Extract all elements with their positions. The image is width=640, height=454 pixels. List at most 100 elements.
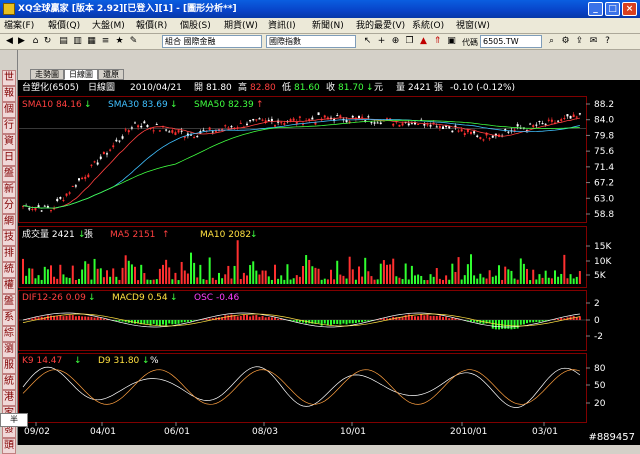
side-button-15[interactable]: 系 (2, 310, 16, 326)
volume-bar (274, 265, 276, 284)
macd-bar (134, 320, 136, 324)
candle-body (50, 210, 52, 211)
volume-bar (318, 269, 320, 284)
menu-item-7[interactable]: 新聞(N) (312, 20, 344, 32)
forward-icon[interactable]: ▶ (16, 36, 27, 47)
up-icon[interactable]: ▲ (418, 36, 429, 47)
volume-bar (75, 280, 77, 284)
candle-body (34, 208, 36, 210)
side-button-18[interactable]: 服 (2, 358, 16, 374)
macd-bar (62, 316, 64, 320)
side-button-7[interactable]: 新 (2, 182, 16, 198)
close-button[interactable]: × (622, 2, 637, 16)
volume-bar (56, 279, 58, 284)
volume-bar (566, 278, 568, 284)
volume-bar (361, 277, 363, 284)
volume-bar (69, 278, 71, 284)
menu-item-1[interactable]: 報價(Q) (48, 20, 80, 32)
macd-bar (346, 320, 348, 324)
menu-item-5[interactable]: 期貨(W) (224, 20, 258, 32)
grid-icon[interactable]: ▦ (86, 36, 97, 47)
settings-icon[interactable]: ⚙ (560, 36, 571, 47)
menu-item-9[interactable]: 系統(O) (412, 20, 444, 32)
window-icon[interactable]: ❐ (404, 36, 415, 47)
volume-bar (538, 274, 540, 284)
cross-icon[interactable]: + (376, 36, 387, 47)
side-button-14[interactable]: 盤 (2, 294, 16, 310)
menu-item-2[interactable]: 大盤(M) (92, 20, 125, 32)
print-icon[interactable]: ▤ (58, 36, 69, 47)
side-button-1[interactable]: 報 (2, 86, 16, 102)
note-icon[interactable]: ✉ (588, 36, 599, 47)
side-button-5[interactable]: 日 (2, 150, 16, 166)
chart-svg[interactable]: 台塑化(6505)日線圖2010/04/21開81.80高82.80低81.60… (18, 80, 640, 445)
side-button-23[interactable]: 頭 (2, 438, 16, 454)
help-icon[interactable]: ? (602, 36, 613, 47)
side-button-12[interactable]: 統 (2, 262, 16, 278)
search-icon[interactable]: ⌕ (546, 36, 557, 47)
refresh-icon[interactable]: ↻ (42, 36, 53, 47)
menu-item-4[interactable]: 個股(S) (180, 20, 211, 32)
macd-bar (246, 315, 248, 320)
volume-bar (106, 270, 108, 284)
zoom-icon[interactable]: ⊕ (390, 36, 401, 47)
export-icon[interactable]: ⇪ (574, 36, 585, 47)
tab-intraday[interactable]: 走勢圖 (30, 69, 64, 80)
tab-daily[interactable]: 日線圖 (64, 69, 98, 80)
input-mode-indicator: 半 (0, 413, 28, 427)
menu-item-8[interactable]: 我的最愛(V) (356, 20, 405, 32)
candle-body (551, 120, 553, 122)
macd-bar (532, 320, 534, 322)
maximize-button[interactable]: □ (605, 2, 620, 16)
list-icon[interactable]: ≡ (100, 36, 111, 47)
menu-item-10[interactable]: 視窗(W) (456, 20, 490, 32)
side-button-10[interactable]: 技 (2, 230, 16, 246)
code-input[interactable]: 6505.TW (480, 35, 542, 48)
home-icon[interactable]: ⌂ (30, 36, 41, 47)
chart-icon[interactable]: ▥ (72, 36, 83, 47)
candle-body (545, 124, 547, 125)
volume-bar (408, 279, 410, 284)
volume-bar (134, 267, 136, 284)
volume-bar (230, 279, 232, 284)
candle-body (128, 130, 130, 132)
side-button-11[interactable]: 排 (2, 246, 16, 262)
star-icon[interactable]: ★ (114, 36, 125, 47)
volume-bar (255, 271, 257, 284)
candle-body (31, 209, 33, 210)
side-button-4[interactable]: 資 (2, 134, 16, 150)
index-select[interactable]: 國際指數 (266, 35, 356, 48)
side-button-3[interactable]: 行 (2, 118, 16, 134)
macd-bar (165, 320, 167, 326)
group-select[interactable]: 組合 國際金融 (162, 35, 262, 48)
menu-item-0[interactable]: 檔案(F) (4, 20, 34, 32)
tab-restore[interactable]: 還原 (98, 69, 124, 80)
side-button-20[interactable]: 港 (2, 390, 16, 406)
layout-icon[interactable]: ▣ (446, 36, 457, 47)
volume-bar (103, 277, 105, 284)
menu-item-6[interactable]: 資訊(I) (268, 20, 296, 32)
side-button-19[interactable]: 統 (2, 374, 16, 390)
side-button-13[interactable]: 權 (2, 278, 16, 294)
side-button-8[interactable]: 分 (2, 198, 16, 214)
volume-bar (271, 280, 273, 284)
side-button-9[interactable]: 網 (2, 214, 16, 230)
side-button-16[interactable]: 綜 (2, 326, 16, 342)
chart-area[interactable]: 台塑化(6505)日線圖2010/04/21開81.80高82.80低81.60… (18, 80, 640, 445)
cursor-icon[interactable]: ↖ (362, 36, 373, 47)
menu-item-3[interactable]: 報價(R) (136, 20, 167, 32)
side-button-2[interactable]: 個 (2, 102, 16, 118)
candle-body (451, 131, 453, 133)
back-icon[interactable]: ◀ (4, 36, 15, 47)
side-button-17[interactable]: 瀏 (2, 342, 16, 358)
side-button-6[interactable]: 盤 (2, 166, 16, 182)
volume-bar (246, 275, 248, 284)
candle-body (41, 210, 43, 211)
minimize-button[interactable]: _ (588, 2, 603, 16)
double-up-icon[interactable]: ⇑ (432, 36, 443, 47)
side-button-0[interactable]: 世 (2, 70, 16, 86)
macd-bar (28, 319, 30, 320)
volume-bar (517, 280, 519, 284)
tool-icon[interactable]: ✎ (128, 36, 139, 47)
macd-bar (187, 320, 189, 322)
